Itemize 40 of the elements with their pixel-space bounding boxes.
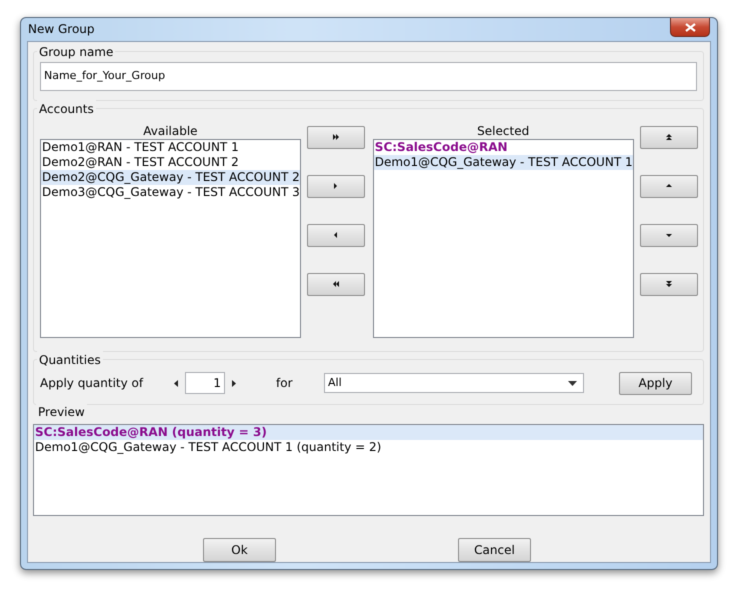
account-item[interactable]: Demo3@CQG_Gateway - TEST ACCOUNT 3 [41,184,300,200]
down-arrow-icon [666,232,672,238]
remove-all-button[interactable] [306,272,365,296]
account-dropdown[interactable]: All [324,373,584,394]
double-down-icon [666,281,672,288]
account-item[interactable]: Demo1@RAN - TEST ACCOUNT 1 [41,140,300,155]
dropdown-caret-icon [568,380,577,386]
close-icon [684,22,696,32]
double-right-icon [332,134,339,140]
window-title: New Group [28,21,95,38]
up-arrow-icon [666,183,672,190]
move-top-button[interactable] [640,126,698,149]
move-bottom-button[interactable] [640,272,698,296]
for-label: for [276,375,294,392]
ok-button[interactable]: Ok [203,538,276,562]
left-arrow-icon[interactable] [174,380,179,387]
right-arrow-icon [332,183,339,190]
double-up-icon [666,134,672,140]
apply-button[interactable]: Apply [619,372,692,395]
left-arrow-icon [332,232,339,238]
account-item[interactable]: Demo2@RAN - TEST ACCOUNT 2 [41,154,300,170]
remove-button[interactable] [306,224,365,247]
add-all-button[interactable] [306,126,365,149]
group-name-field[interactable]: Name_for_Your_Group [40,62,697,91]
quantity-label: Apply quantity of [40,375,144,392]
double-left-icon [332,281,339,288]
sales-code-item[interactable]: SC:SalesCode@RAN (quantity = 3) [34,424,703,440]
move-down-button[interactable] [640,224,698,247]
sales-code-item[interactable]: SC:SalesCode@RAN [374,140,633,155]
account-item[interactable]: Demo2@CQG_Gateway - TEST ACCOUNT 2 [41,170,300,185]
cancel-button[interactable]: Cancel [458,538,531,562]
add-button[interactable] [306,174,365,198]
quantity-field[interactable]: 1 [185,372,225,394]
column-header: Available [143,124,198,138]
move-up-button[interactable] [640,174,698,198]
account-item[interactable]: Demo1@CQG_Gateway - TEST ACCOUNT 1 (quantity = 2) [34,440,703,455]
account-item[interactable]: Demo1@CQG_Gateway - TEST ACCOUNT 1 [374,154,633,170]
column-header: Selected [477,124,530,138]
right-arrow-icon[interactable] [231,380,236,387]
close-button[interactable] [670,18,710,37]
